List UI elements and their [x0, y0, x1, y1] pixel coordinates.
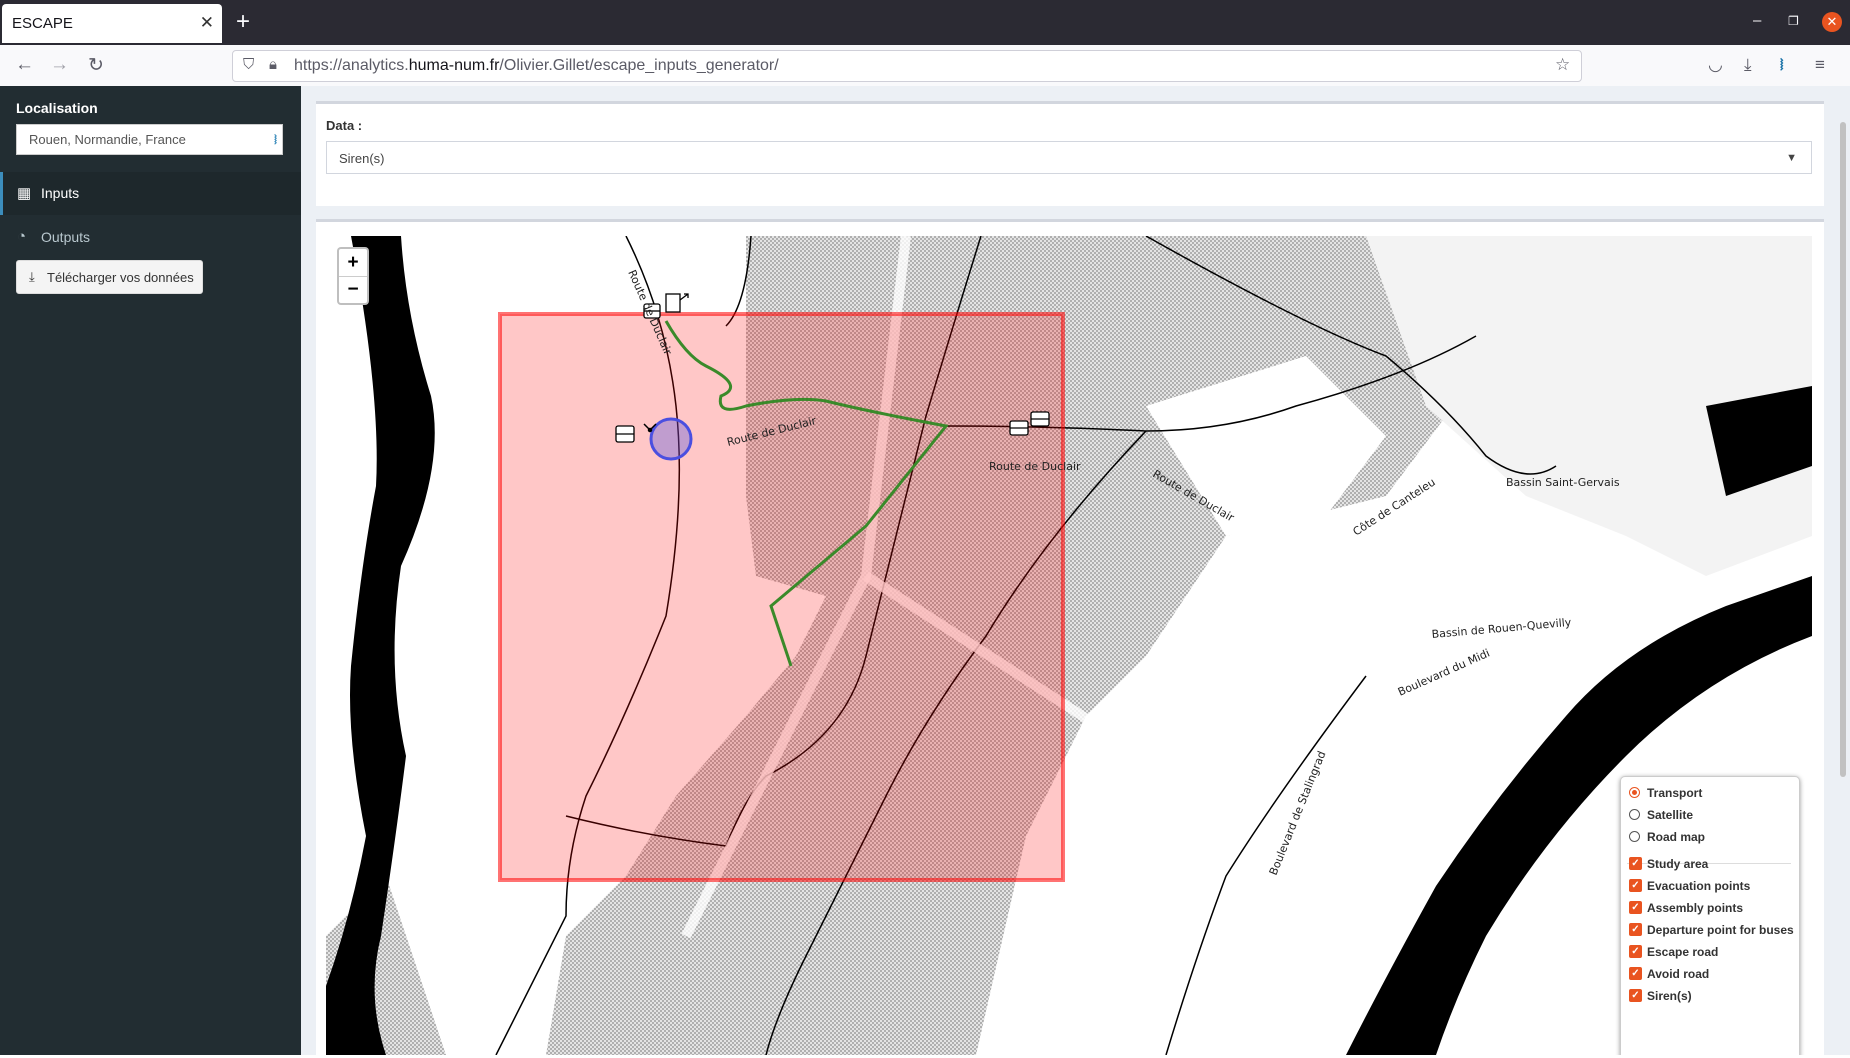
chevron-down-icon: ▼	[1786, 152, 1797, 164]
checkbox-icon[interactable]: ✓	[1629, 945, 1642, 958]
street-label: Bassin Saint-Gervais	[1506, 476, 1620, 489]
pocket-icon[interactable]: ◡	[1708, 55, 1723, 75]
localisation-value: Rouen, Normandie, France	[29, 132, 186, 147]
page-scrollbar[interactable]	[1840, 122, 1846, 777]
checkbox-icon[interactable]: ✓	[1629, 967, 1642, 980]
dashboard-icon: ◔	[17, 228, 27, 245]
sidebar-item-label: Inputs	[41, 185, 80, 201]
new-tab-button[interactable]: +	[236, 8, 250, 36]
menu-icon[interactable]: ≡	[1815, 55, 1825, 75]
evacuation-point-icon	[665, 293, 689, 313]
browser-tab-bar: ESCAPE ✕ + – ❐ ✕	[0, 0, 1850, 45]
sidebar: Localisation Rouen, Normandie, France ⧘ …	[0, 86, 301, 1055]
shield-icon[interactable]: ⛉	[243, 56, 254, 73]
window-close-button[interactable]: ✕	[1822, 12, 1842, 32]
forward-button[interactable]: →	[50, 54, 69, 76]
street-label: Bassin de Rouen-Quevilly	[1431, 616, 1572, 641]
street-label: Boulevard du Midi	[1396, 647, 1492, 699]
localisation-input[interactable]: Rouen, Normandie, France ⧘	[16, 124, 283, 155]
map[interactable]: Route de Duclair Route de Duclair Route …	[326, 236, 1812, 1055]
grid-icon: ▦	[17, 185, 32, 202]
checkbox-icon[interactable]: ✓	[1629, 879, 1642, 892]
bus-icon	[615, 425, 635, 443]
data-select-value: Siren(s)	[339, 151, 385, 166]
download-icon: ⤓	[29, 269, 35, 284]
download-button[interactable]: ⤓ Télécharger vos données	[16, 260, 203, 294]
lock-icon[interactable]: 🔒︎	[269, 56, 277, 73]
zoom-out-button[interactable]: −	[339, 276, 367, 303]
download-label: Télécharger vos données	[47, 270, 194, 285]
radio-icon[interactable]	[1629, 809, 1640, 820]
minimize-button[interactable]: –	[1753, 12, 1761, 29]
sidebar-item-inputs[interactable]: ▦ Inputs	[0, 172, 301, 215]
localisation-label: Localisation	[16, 100, 98, 116]
radio-icon[interactable]	[1629, 787, 1640, 798]
url-bar[interactable]: ⛉ 🔒︎ https://analytics.huma-num.fr/Olivi…	[232, 50, 1582, 82]
reload-button[interactable]: ↻	[88, 54, 104, 77]
checkbox-icon[interactable]: ✓	[1629, 857, 1642, 870]
checkbox-icon[interactable]: ✓	[1629, 901, 1642, 914]
geocode-icon[interactable]: ⧘	[274, 131, 277, 148]
layer-control: Transport Satellite Road map ✓ Study are…	[1620, 776, 1800, 1055]
zoom-in-button[interactable]: +	[339, 249, 367, 277]
sidebar-item-outputs[interactable]: ◔ Outputs	[0, 216, 301, 259]
checkbox-icon[interactable]: ✓	[1629, 989, 1642, 1002]
back-button[interactable]: ←	[15, 54, 34, 76]
bus-icon	[1009, 420, 1029, 436]
data-select[interactable]: Siren(s) ▼	[326, 141, 1812, 174]
url-text[interactable]: https://analytics.huma-num.fr/Olivier.Gi…	[294, 57, 779, 75]
extension-icon[interactable]: ⧘	[1780, 55, 1784, 75]
map-canvas: Route de Duclair Route de Duclair Route …	[326, 236, 1812, 1055]
bookmark-star-icon[interactable]: ☆	[1555, 55, 1570, 75]
checkbox-icon[interactable]: ✓	[1629, 923, 1642, 936]
downloads-icon[interactable]: ⤓	[1744, 55, 1752, 75]
data-box: Data : Siren(s) ▼	[316, 101, 1824, 206]
radio-icon[interactable]	[1629, 831, 1640, 842]
browser-tab[interactable]: ESCAPE ✕	[2, 4, 222, 43]
sidebar-item-label: Outputs	[41, 229, 91, 245]
restore-button[interactable]: ❐	[1788, 14, 1799, 28]
browser-nav-bar: ← → ↻ ⛉ 🔒︎ https://analytics.huma-num.fr…	[0, 45, 1850, 87]
street-label: Route de Duclair	[989, 460, 1081, 473]
data-label: Data :	[326, 118, 363, 133]
tab-close-icon[interactable]: ✕	[200, 13, 214, 33]
bus-icon	[1030, 411, 1050, 427]
tab-title: ESCAPE	[12, 15, 73, 32]
siren-marker	[649, 417, 693, 461]
zoom-control: + −	[337, 247, 369, 305]
